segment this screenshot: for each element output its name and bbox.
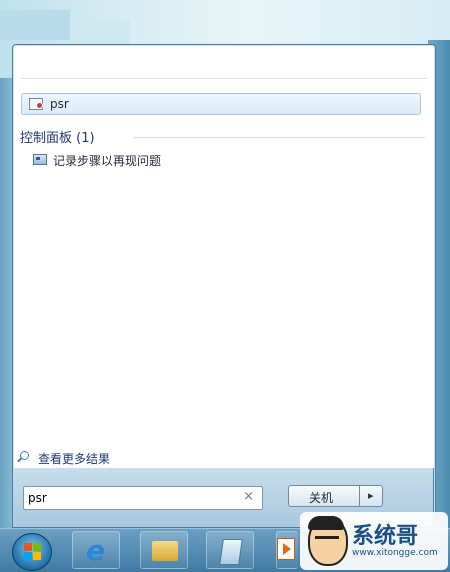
section-divider: [133, 137, 425, 138]
windows-logo-icon-part: [33, 552, 41, 560]
shutdown-label: 关机: [309, 491, 334, 505]
watermark-logo: 系统哥 www.xitongge.com: [300, 512, 448, 570]
problem-steps-recorder-icon: [33, 154, 47, 165]
program-icon: [29, 98, 43, 110]
watermark-title: 系统哥: [352, 524, 419, 549]
shutdown-options-button[interactable]: ▸: [359, 485, 383, 507]
see-more-results-label: 查看更多结果: [38, 452, 111, 466]
search-result-psr[interactable]: psr: [21, 93, 421, 115]
chevron-right-icon: ▸: [368, 489, 374, 502]
watermark-url: www.xitongge.com: [352, 548, 438, 558]
separator: [21, 78, 427, 79]
folder-icon: [152, 541, 178, 561]
search-box[interactable]: ×: [23, 486, 263, 510]
windows-logo-icon: [24, 543, 32, 551]
shutdown-button[interactable]: 关机: [288, 485, 360, 507]
result-label: psr: [50, 97, 69, 111]
internet-explorer-icon: e: [86, 534, 105, 567]
clear-icon[interactable]: ×: [243, 489, 254, 504]
taskbar-file-explorer[interactable]: [140, 531, 188, 569]
windows-logo-icon-part: [33, 543, 41, 551]
start-menu: psr 控制面板 (1) 记录步骤以再现问题 查看更多结果: [12, 44, 436, 516]
taskbar-media-player[interactable]: [276, 531, 298, 569]
search-input[interactable]: [28, 490, 228, 506]
mascot-icon: [308, 516, 348, 566]
media-player-icon: [277, 538, 295, 560]
window-frame-left: [0, 78, 12, 538]
document-icon: [219, 539, 243, 565]
start-orb[interactable]: [12, 533, 52, 571]
taskbar-document[interactable]: [206, 531, 254, 569]
windows-logo-icon-part: [24, 552, 32, 560]
control-panel-heading: 控制面板 (1): [20, 131, 95, 146]
control-panel-item-label: 记录步骤以再现问题: [53, 154, 162, 168]
taskbar-internet-explorer[interactable]: e: [72, 531, 120, 569]
search-icon: [20, 451, 29, 460]
